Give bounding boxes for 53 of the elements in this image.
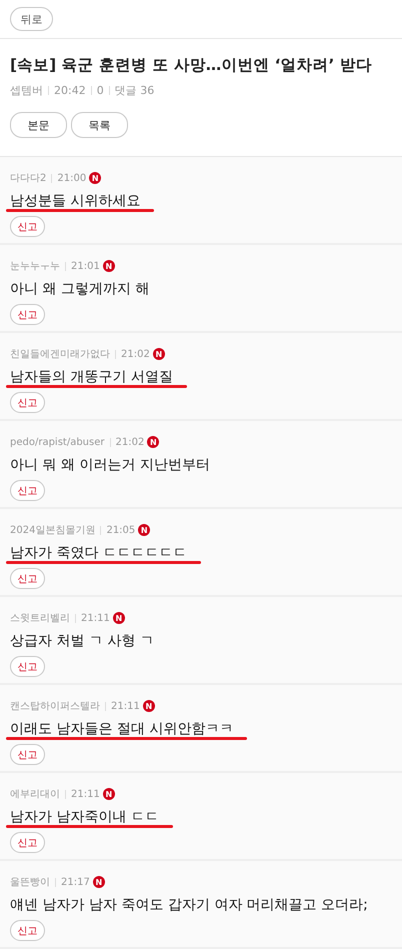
nav-button[interactable]: 목록 — [71, 112, 128, 138]
report-button[interactable]: 신고 — [10, 568, 45, 589]
comment-time: 21:02 — [116, 436, 144, 448]
comment-text: 남성분들 시위하세요 — [10, 193, 140, 209]
comment-author: 눈누누ㅜ누 — [10, 260, 60, 273]
report-button[interactable]: 신고 — [10, 656, 45, 677]
report-button[interactable]: 신고 — [10, 744, 45, 765]
report-button[interactable]: 신고 — [10, 480, 45, 501]
new-badge: N — [102, 260, 115, 272]
new-badge: N — [102, 788, 115, 800]
view-count: 0 — [96, 84, 104, 97]
new-badge: N — [138, 524, 150, 536]
new-badge: N — [89, 172, 102, 184]
new-badge: N — [142, 700, 155, 712]
comment-time: 21:02 — [121, 348, 150, 360]
new-badge: N — [152, 348, 165, 360]
nav-button[interactable]: 본문 — [10, 112, 67, 138]
comment-author: 에부리대이 — [10, 788, 60, 801]
comment-time: 21:00 — [57, 172, 86, 184]
comment-author: 울뜬빵이 — [10, 876, 50, 889]
comment-author: 2024일본침몰기원 — [10, 524, 96, 537]
comment-text: 남자가 죽였다 ㄷㄷㄷㄷㄷㄷ — [10, 545, 187, 561]
new-badge: N — [147, 436, 160, 448]
comment-author: 친일들에겐미래가없다 — [10, 348, 110, 361]
comment-time: 21:11 — [71, 788, 100, 800]
new-badge: N — [92, 876, 105, 888]
comment-author: 캔스탑하이퍼스텔라 — [10, 700, 100, 713]
comment-time: 21:01 — [71, 260, 100, 272]
comment-author: 다다다2 — [10, 172, 46, 185]
comment-time: 21:17 — [61, 876, 90, 888]
comment-text: 남자들의 개똥구기 서열질 — [10, 369, 173, 385]
comment-text: 얘넨 남자가 남자 죽여도 갑자기 여자 머리채끌고 오더라; — [10, 897, 368, 913]
post-author: 셉템버 — [10, 83, 43, 98]
comment-count: 댓글 36 — [114, 83, 154, 98]
post-title: [속보] 육군 훈련병 또 사망…이번엔 ‘얼차려’ 받다 — [10, 55, 373, 76]
comment-text: 남자가 남자죽이내 ㄷㄷ — [10, 809, 159, 825]
back-button[interactable]: 뒤로 — [10, 7, 53, 31]
comment-time: 21:11 — [81, 612, 110, 624]
comment-author: pedo/rapist/abuser — [10, 436, 104, 448]
report-button[interactable]: 신고 — [10, 920, 45, 941]
comment-time: 21:05 — [106, 524, 136, 536]
report-button[interactable]: 신고 — [10, 216, 45, 237]
comment-text: 이래도 남자들은 절대 시위안함ㅋㅋ — [10, 721, 234, 737]
comment-author: 스윗트리벨리 — [10, 612, 70, 625]
comment-text: 상급자 처벌 ㄱ 사형 ㄱ — [10, 633, 154, 649]
comment-time: 21:11 — [111, 700, 140, 712]
new-badge: N — [112, 612, 125, 624]
comment-text: 아니 뭐 왜 이러는거 지난번부터 — [10, 457, 210, 473]
report-button[interactable]: 신고 — [10, 304, 45, 325]
comment-text: 아니 왜 그렇게까지 해 — [10, 281, 150, 297]
report-button[interactable]: 신고 — [10, 832, 45, 853]
report-button[interactable]: 신고 — [10, 392, 45, 413]
post-time: 20:42 — [54, 84, 86, 97]
